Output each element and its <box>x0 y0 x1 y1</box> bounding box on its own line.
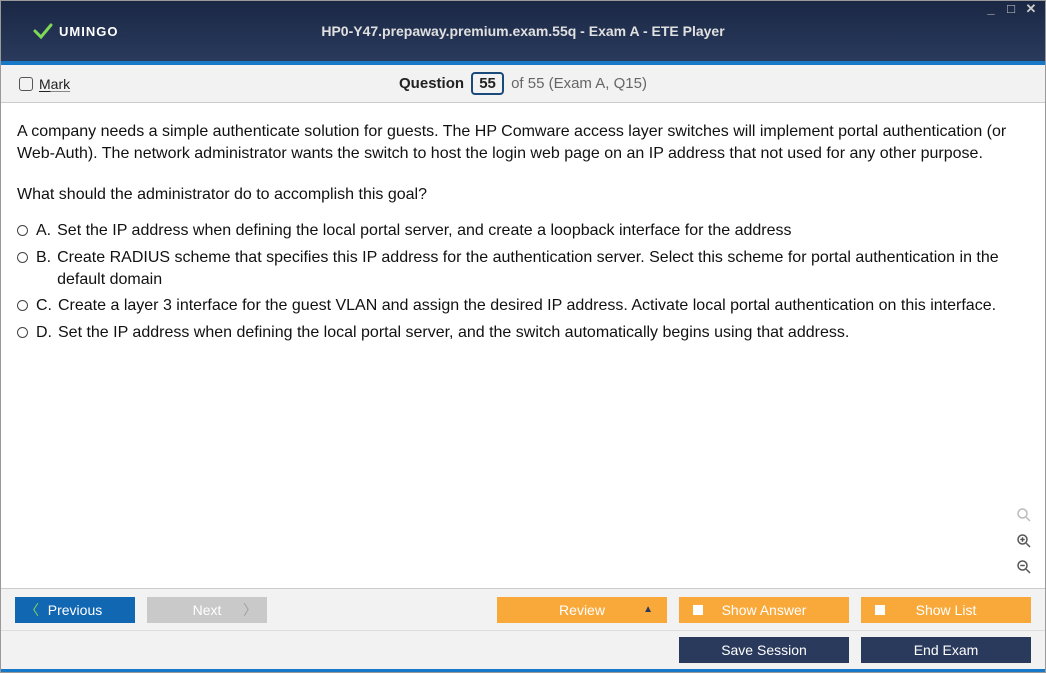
radio-icon <box>17 327 28 338</box>
review-button[interactable]: Review ▲ <box>497 597 667 623</box>
save-session-button[interactable]: Save Session <box>679 637 849 663</box>
triangle-up-icon: ▲ <box>643 604 653 615</box>
app-window: UMINGO HP0-Y47.prepaway.premium.exam.55q… <box>0 0 1046 673</box>
answer-letter: C. <box>36 295 52 317</box>
save-session-label: Save Session <box>721 642 807 658</box>
radio-icon <box>17 225 28 236</box>
answer-option[interactable]: C. Create a layer 3 interface for the gue… <box>17 295 1029 317</box>
question-number: 55 <box>471 72 504 95</box>
chevron-right-icon: 〉 <box>243 600 257 620</box>
answer-text: Set the IP address when defining the loc… <box>57 220 791 242</box>
end-exam-label: End Exam <box>914 642 979 658</box>
window-title: HP0-Y47.prepaway.premium.exam.55q - Exam… <box>1 23 1045 39</box>
logo-icon <box>31 19 55 43</box>
answer-text: Create a layer 3 interface for the guest… <box>58 295 996 317</box>
square-icon <box>693 605 703 615</box>
zoom-out-icon[interactable] <box>1013 556 1035 578</box>
footer-nav: 〈 Previous Next 〉 Review ▲ Show Answer S… <box>1 588 1045 630</box>
zoom-controls <box>1013 504 1035 578</box>
end-exam-button[interactable]: End Exam <box>861 637 1031 663</box>
show-answer-label: Show Answer <box>722 602 807 618</box>
answer-letter: A. <box>36 220 51 242</box>
close-button[interactable]: ✕ <box>1023 3 1039 17</box>
footer-actions: Save Session End Exam <box>1 630 1045 672</box>
search-icon[interactable] <box>1013 504 1035 526</box>
answer-option[interactable]: D. Set the IP address when defining the l… <box>17 322 1029 344</box>
zoom-in-icon[interactable] <box>1013 530 1035 552</box>
maximize-button[interactable]: □ <box>1003 3 1019 17</box>
review-label: Review <box>559 602 605 618</box>
titlebar: UMINGO HP0-Y47.prepaway.premium.exam.55q… <box>1 1 1045 61</box>
radio-icon <box>17 300 28 311</box>
question-prompt: What should the administrator do to acco… <box>17 184 1029 206</box>
window-controls: _ □ ✕ <box>983 3 1039 17</box>
show-list-label: Show List <box>916 602 977 618</box>
answer-text: Set the IP address when defining the loc… <box>58 322 849 344</box>
next-button[interactable]: Next 〉 <box>147 597 267 623</box>
logo: UMINGO <box>31 19 118 43</box>
question-content: A company needs a simple authenticate so… <box>1 103 1045 588</box>
radio-icon <box>17 252 28 263</box>
show-list-button[interactable]: Show List <box>861 597 1031 623</box>
question-word: Question <box>399 75 464 92</box>
logo-text: UMINGO <box>59 24 118 39</box>
next-label: Next <box>193 602 222 618</box>
answer-letter: D. <box>36 322 52 344</box>
answer-letter: B. <box>36 247 51 292</box>
chevron-left-icon: 〈 <box>25 600 39 620</box>
question-total: of 55 (Exam A, Q15) <box>511 75 647 92</box>
answer-text: Create RADIUS scheme that specifies this… <box>57 247 1029 292</box>
square-icon <box>875 605 885 615</box>
previous-label: Previous <box>48 602 102 618</box>
answer-option[interactable]: B.Create RADIUS scheme that specifies th… <box>17 247 1029 292</box>
subheader: Mark Question 55 of 55 (Exam A, Q15) <box>1 65 1045 103</box>
minimize-button[interactable]: _ <box>983 3 999 17</box>
show-answer-button[interactable]: Show Answer <box>679 597 849 623</box>
previous-button[interactable]: 〈 Previous <box>15 597 135 623</box>
answer-list: A. Set the IP address when defining the l… <box>17 220 1029 344</box>
question-counter: Question 55 of 55 (Exam A, Q15) <box>1 72 1045 95</box>
answer-option[interactable]: A. Set the IP address when defining the l… <box>17 220 1029 242</box>
question-body: A company needs a simple authenticate so… <box>17 121 1029 166</box>
